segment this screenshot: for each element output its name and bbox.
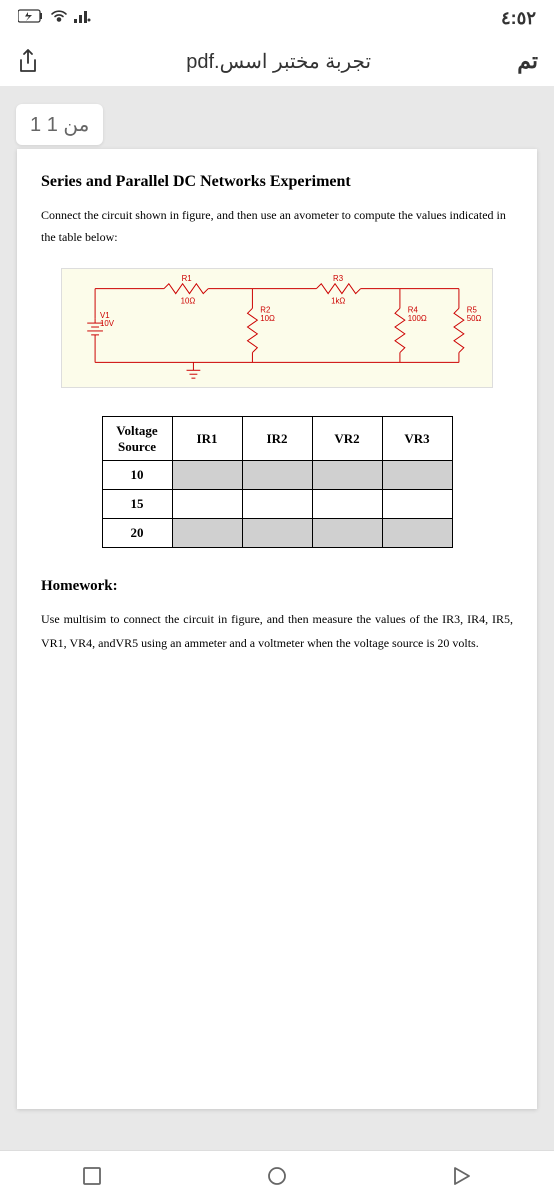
status-left bbox=[18, 9, 92, 28]
svg-text:50Ω: 50Ω bbox=[467, 314, 482, 323]
document-title: تجربة مختبر اسس.pdf bbox=[40, 49, 517, 74]
table-header-vr3: VR3 bbox=[382, 417, 452, 461]
experiment-intro: Connect the circuit shown in figure, and… bbox=[41, 205, 513, 248]
svg-text:10Ω: 10Ω bbox=[181, 297, 196, 306]
back-button[interactable] bbox=[451, 1165, 473, 1187]
table-header-ir2: IR2 bbox=[242, 417, 312, 461]
done-button[interactable]: تم bbox=[517, 48, 538, 74]
nav-bar: تجربة مختبر اسس.pdf تم bbox=[0, 36, 554, 86]
table-row: 20 bbox=[102, 519, 452, 548]
measurements-table: Voltage Source IR1 IR2 VR2 VR3 10 15 bbox=[102, 416, 453, 548]
svg-text:R1: R1 bbox=[182, 274, 192, 283]
svg-text:10Ω: 10Ω bbox=[260, 314, 275, 323]
svg-text:100Ω: 100Ω bbox=[408, 314, 427, 323]
pdf-page: Series and Parallel DC Networks Experime… bbox=[17, 149, 537, 1109]
svg-text:R4: R4 bbox=[408, 305, 419, 314]
signal-icon bbox=[74, 9, 92, 28]
svg-text:R5: R5 bbox=[467, 305, 478, 314]
pdf-viewer-area[interactable]: 1 من 1 Series and Parallel DC Networks E… bbox=[0, 86, 554, 1150]
status-icons bbox=[18, 9, 92, 28]
homework-heading: Homework: bbox=[41, 578, 513, 595]
page-counter: 1 من 1 bbox=[16, 104, 103, 145]
table-row: 10 bbox=[102, 461, 452, 490]
wifi-icon bbox=[50, 9, 68, 28]
recent-apps-button[interactable] bbox=[81, 1165, 103, 1187]
table-header-ir1: IR1 bbox=[172, 417, 242, 461]
svg-text:R2: R2 bbox=[260, 305, 270, 314]
battery-icon bbox=[18, 9, 44, 28]
table-header-row: Voltage Source IR1 IR2 VR2 VR3 bbox=[102, 417, 452, 461]
table-row: 15 bbox=[102, 490, 452, 519]
status-time: ٤:٥٢ bbox=[501, 8, 536, 29]
circuit-diagram: V1 10V R1 10Ω R2 10Ω R3 1kΩ R4 100Ω R5 5… bbox=[61, 268, 493, 388]
svg-text:1kΩ: 1kΩ bbox=[331, 297, 345, 306]
svg-text:10V: 10V bbox=[100, 319, 115, 328]
table-header-vr2: VR2 bbox=[312, 417, 382, 461]
status-bar: ٤:٥٢ bbox=[0, 0, 554, 36]
homework-text: Use multisim to connect the circuit in f… bbox=[41, 607, 513, 655]
system-nav-bar bbox=[0, 1150, 554, 1200]
experiment-title: Series and Parallel DC Networks Experime… bbox=[41, 173, 513, 191]
svg-text:R3: R3 bbox=[333, 274, 344, 283]
table-header-voltage: Voltage Source bbox=[102, 417, 172, 461]
share-icon[interactable] bbox=[16, 49, 40, 73]
home-button[interactable] bbox=[266, 1165, 288, 1187]
